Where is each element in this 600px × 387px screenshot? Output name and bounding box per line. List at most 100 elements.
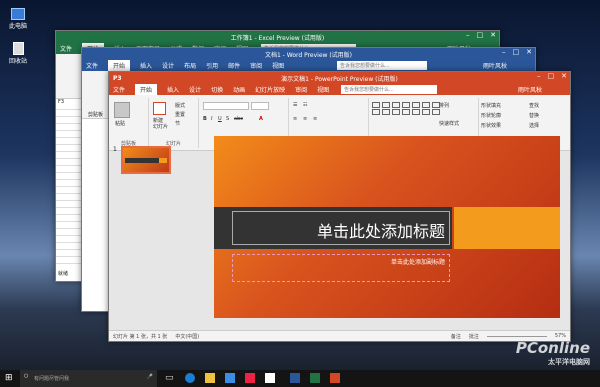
start-icon[interactable]: ⊞ [5,373,13,383]
recycle-bin-icon[interactable]: 回收站 [4,42,32,65]
strikethrough-icon[interactable]: abc [234,116,243,122]
slide-title-placeholder[interactable]: 单击此处添加标题 [232,211,450,245]
desktop-icon-label: 回收站 [8,58,27,65]
shape-fill-button[interactable]: 形状填充 [481,102,501,109]
name-box[interactable]: F3 [58,99,64,105]
tab-view[interactable]: 视图 [272,61,284,70]
tab-file[interactable]: 文件 [86,61,98,70]
tab-layout[interactable]: 布局 [184,61,196,70]
tab-insert[interactable]: 插入 [167,85,179,94]
this-pc-icon[interactable]: 此电脑 [4,8,32,30]
font-color-icon[interactable]: A [259,116,263,122]
excel-taskbar-icon[interactable] [310,373,320,383]
find-button[interactable]: 查找 [529,102,539,109]
excel-titlebar[interactable]: 工作簿1 - Excel Preview (试用版) – □ ✕ [56,31,499,43]
maximize-icon[interactable]: □ [513,48,520,56]
tab-review[interactable]: 审阅 [295,85,307,94]
slide-thumbnail[interactable] [121,146,171,174]
shape-icon[interactable] [402,109,410,115]
tab-mailings[interactable]: 邮件 [228,61,240,70]
microphone-icon[interactable]: 🎤 [147,374,153,380]
edge-icon[interactable] [185,373,195,383]
comments-button[interactable]: 批注 [469,333,479,340]
shape-icon[interactable] [412,109,420,115]
section-button[interactable]: 节 [175,120,180,127]
tab-animations[interactable]: 动画 [233,85,245,94]
paste-icon[interactable] [114,102,130,118]
file-explorer-icon[interactable] [205,373,215,383]
reset-button[interactable]: 重置 [175,111,185,118]
minimize-icon[interactable]: – [466,31,470,39]
shape-effect-button[interactable]: 形状效果 [481,122,501,129]
shape-icon[interactable] [422,109,430,115]
shape-icon[interactable] [422,102,430,108]
tab-view[interactable]: 视图 [317,85,329,94]
shadow-icon[interactable]: S [226,116,229,122]
bold-icon[interactable]: B [203,116,207,122]
shape-icon[interactable] [432,109,440,115]
cortana-icon: ○ [24,373,29,379]
shape-icon[interactable] [392,109,400,115]
word-taskbar-icon[interactable] [290,373,300,383]
align-center-icon[interactable]: ≡ [303,116,307,122]
paste-button[interactable]: 粘贴 [115,120,125,127]
task-view-icon[interactable]: ▭ [165,373,175,383]
tab-file[interactable]: 文件 [113,85,125,94]
shape-icon[interactable] [402,102,410,108]
underline-icon[interactable]: U [218,116,222,122]
tab-home[interactable]: 开始 [108,60,131,71]
shapes-gallery[interactable] [372,102,441,115]
tab-home[interactable]: 开始 [135,84,158,95]
powerpoint-taskbar-icon[interactable] [330,373,340,383]
maximize-icon[interactable]: □ [477,31,484,39]
notes-button[interactable]: 备注 [451,333,461,340]
tell-me-search[interactable]: 告诉我您想要做什么... [341,85,437,94]
shape-icon[interactable] [382,109,390,115]
slide-canvas[interactable]: 单击此处添加标题 单击此处添加副标题 [214,136,560,318]
word-titlebar[interactable]: 文档1 - Word Preview (试用版) – □ ✕ [82,48,535,60]
shape-icon[interactable] [392,102,400,108]
powerpoint-window[interactable]: P3 演示文稿1 - PowerPoint Preview (试用版) – □ ✕ … [108,71,571,342]
italic-icon[interactable]: I [211,116,212,122]
close-icon[interactable]: ✕ [526,48,532,56]
tab-transitions[interactable]: 切换 [211,85,223,94]
font-name-select[interactable] [203,102,249,110]
shape-outline-button[interactable]: 形状轮廓 [481,112,501,119]
tab-references[interactable]: 引用 [206,61,218,70]
quick-styles-button[interactable]: 快速样式 [439,120,459,127]
tab-file[interactable]: 文件 [60,44,72,53]
shape-icon[interactable] [372,109,380,115]
tab-review[interactable]: 审阅 [250,61,262,70]
zoom-slider[interactable] [486,335,547,337]
slide-subtitle-placeholder[interactable]: 单击此处添加副标题 [232,254,450,282]
store-icon[interactable] [225,373,235,383]
shape-icon[interactable] [412,102,420,108]
app-icon[interactable] [265,373,275,383]
bullets-icon[interactable]: ☰ [293,102,297,108]
new-slide-icon[interactable] [153,102,166,115]
replace-button[interactable]: 替换 [529,112,539,119]
cortana-search[interactable]: ○ 有问题尽管问我 🎤 [20,370,157,387]
shape-icon[interactable] [372,102,380,108]
tab-design[interactable]: 设计 [162,61,174,70]
font-size-select[interactable] [251,102,269,110]
shape-icon[interactable] [382,102,390,108]
tell-me-search[interactable]: 告诉我您想要做什么... [337,61,427,70]
select-button[interactable]: 选择 [529,122,539,129]
numbering-icon[interactable]: ☷ [303,102,307,108]
close-icon[interactable]: ✕ [490,31,496,39]
ppt-titlebar[interactable]: P3 演示文稿1 - PowerPoint Preview (试用版) – □ ✕ [109,72,570,84]
close-icon[interactable]: ✕ [561,72,567,80]
align-right-icon[interactable]: ≡ [313,116,317,122]
arrange-button[interactable]: 排列 [439,102,449,109]
tab-slideshow[interactable]: 幻灯片放映 [255,85,285,94]
minimize-icon[interactable]: – [502,48,506,56]
align-left-icon[interactable]: ≡ [293,116,297,122]
new-slide-button[interactable]: 新建 幻灯片 [153,118,173,130]
minimize-icon[interactable]: – [537,72,541,80]
tab-design[interactable]: 设计 [189,85,201,94]
maximize-icon[interactable]: □ [548,72,555,80]
layout-button[interactable]: 版式 [175,102,185,109]
app-icon[interactable] [245,373,255,383]
tab-insert[interactable]: 插入 [140,61,152,70]
